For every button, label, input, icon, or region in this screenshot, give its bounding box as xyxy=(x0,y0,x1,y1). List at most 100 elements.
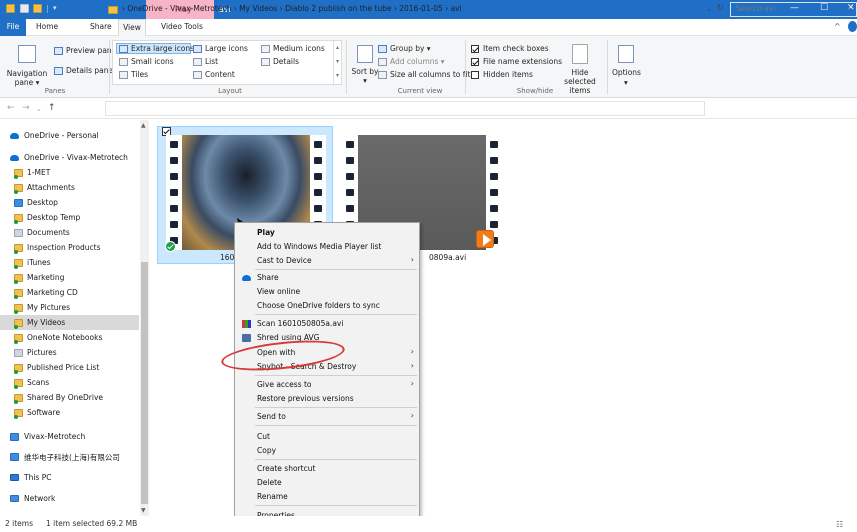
search-icon[interactable]: ⌕ xyxy=(846,3,850,13)
properties-icon[interactable] xyxy=(6,4,15,13)
nav-item-my-videos[interactable]: My Videos xyxy=(0,315,139,330)
nav-item-itunes[interactable]: iTunes xyxy=(0,255,139,270)
menu-item-cut[interactable]: Cut xyxy=(235,430,421,443)
menu-item-restore-versions[interactable]: Restore previous versions xyxy=(235,392,421,405)
menu-separator xyxy=(255,375,417,376)
tab-view[interactable]: View xyxy=(118,19,146,37)
context-menu: Play Add to Windows Media Player list Ca… xyxy=(234,222,420,524)
preview-pane-button[interactable]: Preview pane xyxy=(54,46,116,55)
forward-arrow-icon[interactable]: → xyxy=(22,103,30,113)
layout-medium-icons[interactable]: Medium icons xyxy=(261,44,325,53)
layout-extra-large-icons[interactable]: Extra large icons xyxy=(119,44,194,53)
film-hole xyxy=(170,157,178,164)
menu-item-share[interactable]: Share xyxy=(235,271,421,284)
menu-item-view-online[interactable]: View online xyxy=(235,285,421,298)
menu-item-add-to-wmp[interactable]: Add to Windows Media Player list xyxy=(235,240,421,253)
navigation-pane-button[interactable]: Navigation pane ▾ xyxy=(0,69,54,87)
add-columns-button[interactable]: Add columns ▾ xyxy=(378,57,445,66)
menu-item-copy[interactable]: Copy xyxy=(235,444,421,457)
size-columns-button[interactable]: Size all columns to fit xyxy=(378,70,470,79)
nav-item-label: Documents xyxy=(27,228,70,237)
tab-file[interactable]: File xyxy=(0,19,26,36)
address-path[interactable]: › OneDrive - Vivax-Metrotech › My Videos… xyxy=(122,4,462,13)
help-icon[interactable] xyxy=(848,21,857,32)
nav-item-label: Inspection Products xyxy=(27,243,101,252)
address-dropdown-icon[interactable]: ⌄ xyxy=(706,4,712,13)
scroll-down-icon[interactable]: ▼ xyxy=(141,507,146,514)
menu-item-rename[interactable]: Rename xyxy=(235,490,421,503)
nav-item-vivax-metrotech[interactable]: Vivax-Metrotech xyxy=(0,429,139,444)
nav-item-desktop[interactable]: Desktop xyxy=(0,195,139,210)
menu-item-send-to[interactable]: Send to › xyxy=(235,410,421,423)
group-by-button[interactable]: Group by ▾ xyxy=(378,44,431,53)
address-bar[interactable] xyxy=(105,101,705,116)
sync-status-icon xyxy=(14,415,18,419)
nav-item-label: My Pictures xyxy=(27,303,70,312)
back-arrow-icon[interactable]: ← xyxy=(7,103,15,113)
nav-item-documents[interactable]: Documents xyxy=(0,225,139,240)
tab-share[interactable]: Share xyxy=(90,22,112,31)
menu-item-cast-to-device[interactable]: Cast to Device › xyxy=(235,254,421,267)
nav-item-shared-by-onedrive[interactable]: Shared By OneDrive xyxy=(0,390,139,405)
nav-item-label: Published Price List xyxy=(27,363,100,372)
file-name[interactable]: 160 xyxy=(220,253,234,262)
nav-item-onedrive-vivax[interactable]: OneDrive - Vivax-Metrotech xyxy=(0,150,139,165)
file-name[interactable]: 0809a.avi xyxy=(429,253,466,262)
file-name-extensions-toggle[interactable]: File name extensions xyxy=(471,57,562,66)
options-dropdown-icon[interactable]: ▾ xyxy=(624,78,628,87)
checkmark-icon[interactable] xyxy=(20,4,29,13)
menu-item-scan[interactable]: Scan 1601050805a.avi xyxy=(235,317,421,330)
menu-item-choose-onedrive-folders[interactable]: Choose OneDrive folders to sync xyxy=(235,299,421,312)
sort-by-button[interactable]: Sort by ▾ xyxy=(350,67,380,85)
nav-item-published-price-list[interactable]: Published Price List xyxy=(0,360,139,375)
layout-gallery-scroll[interactable]: ▴ ▾ ▾ xyxy=(333,41,341,84)
menu-item-create-shortcut[interactable]: Create shortcut xyxy=(235,462,421,475)
nav-item-1-met[interactable]: 1-MET xyxy=(0,165,139,180)
quick-access-dropdown-icon[interactable]: ▾ xyxy=(53,4,57,12)
nav-item-inspection-products[interactable]: Inspection Products xyxy=(0,240,139,255)
layout-small-icons[interactable]: Small icons xyxy=(119,57,174,66)
nav-item-attachments[interactable]: Attachments xyxy=(0,180,139,195)
tab-video-tools[interactable]: Video Tools xyxy=(161,22,203,31)
up-arrow-icon[interactable]: ↑ xyxy=(48,103,56,113)
details-view-icon[interactable]: ☷ xyxy=(836,520,843,529)
sort-by-icon[interactable] xyxy=(357,45,373,63)
nav-item-desktop-temp[interactable]: Desktop Temp xyxy=(0,210,139,225)
scroll-up-icon[interactable]: ▲ xyxy=(141,122,146,129)
nav-scrollbar-thumb[interactable] xyxy=(141,262,148,504)
hide-selected-icon[interactable] xyxy=(572,44,588,64)
recent-locations-icon[interactable]: ⌄ xyxy=(36,105,42,113)
options-button[interactable]: Options xyxy=(612,68,641,77)
nav-item-chinese-company[interactable]: 维华电子科技(上海)有限公司 xyxy=(0,449,139,464)
menu-item-delete[interactable]: Delete xyxy=(235,476,421,489)
new-folder-icon[interactable] xyxy=(33,4,42,13)
menu-item-play[interactable]: Play xyxy=(235,226,421,239)
nav-item-pictures[interactable]: Pictures xyxy=(0,345,139,360)
nav-item-my-pictures[interactable]: My Pictures xyxy=(0,300,139,315)
chevron-up-icon[interactable]: ^ xyxy=(834,22,841,31)
refresh-icon[interactable]: ↻ xyxy=(717,3,724,12)
add-columns-icon xyxy=(378,58,387,66)
navigation-pane-icon[interactable] xyxy=(18,45,36,63)
nav-item-scans[interactable]: Scans xyxy=(0,375,139,390)
hidden-items-toggle[interactable]: Hidden items xyxy=(471,70,533,79)
layout-tiles[interactable]: Tiles xyxy=(119,70,148,79)
tab-home[interactable]: Home xyxy=(36,22,58,31)
hidden-items-label: Hidden items xyxy=(483,70,533,79)
nav-item-marketing-cd[interactable]: Marketing CD xyxy=(0,285,139,300)
details-pane-button[interactable]: Details pane xyxy=(54,66,113,75)
layout-list[interactable]: List xyxy=(193,57,218,66)
nav-item-network[interactable]: Network xyxy=(0,491,139,506)
options-icon[interactable] xyxy=(618,45,634,63)
layout-content[interactable]: Content xyxy=(193,70,235,79)
nav-item-this-pc[interactable]: This PC xyxy=(0,470,139,485)
nav-item-onenote-notebooks[interactable]: OneNote Notebooks xyxy=(0,330,139,345)
nav-item-marketing[interactable]: Marketing xyxy=(0,270,139,285)
item-check-boxes-toggle[interactable]: Item check boxes xyxy=(471,44,549,53)
nav-item-onedrive-personal[interactable]: OneDrive - Personal xyxy=(0,128,139,143)
nav-item-software[interactable]: Software xyxy=(0,405,139,420)
layout-details[interactable]: Details xyxy=(261,57,299,66)
menu-item-give-access[interactable]: Give access to › xyxy=(235,378,421,391)
nav-item-label: Marketing xyxy=(27,273,65,282)
layout-large-icons[interactable]: Large icons xyxy=(193,44,248,53)
